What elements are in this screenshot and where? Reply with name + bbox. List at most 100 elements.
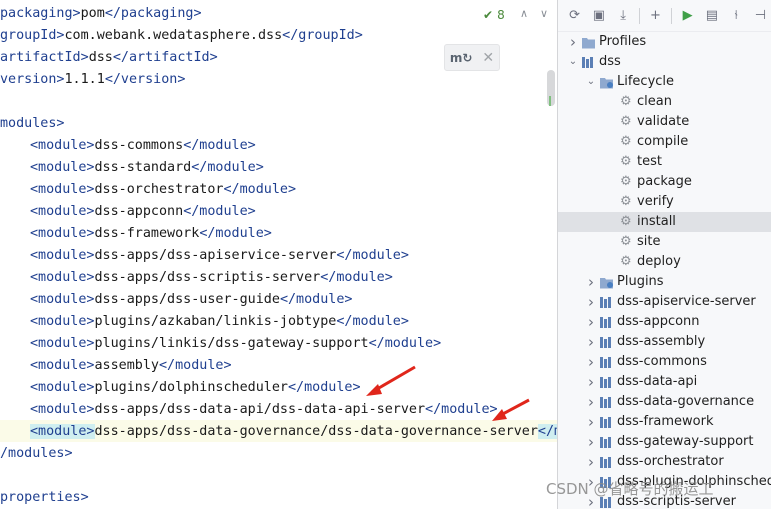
- chevron-right-icon[interactable]: ›: [586, 332, 596, 352]
- code-line[interactable]: <module>dss-apps/dss-scriptis-server</mo…: [0, 267, 393, 289]
- code-line[interactable]: <module>dss-standard</module>: [0, 157, 264, 179]
- tree-item-Profiles[interactable]: › Profiles: [558, 32, 771, 52]
- xml-text: dss-apps/dss-user-guide: [94, 292, 280, 307]
- maven-module-icon: [600, 336, 613, 349]
- change-marker: [549, 96, 551, 106]
- code-line[interactable]: <module>assembly</module>: [0, 355, 232, 377]
- tree-item-site[interactable]: ⚙ site: [558, 232, 771, 252]
- tree-item-dss[interactable]: ⌄ dss: [558, 52, 771, 72]
- maven-reload-icon[interactable]: m↻: [450, 51, 473, 65]
- chevron-right-icon[interactable]: ›: [586, 292, 596, 312]
- code-line[interactable]: packaging>pom</packaging>: [0, 3, 202, 25]
- code-line[interactable]: properties>: [0, 487, 89, 509]
- code-line[interactable]: <module>plugins/azkaban/linkis-jobtype</…: [0, 311, 409, 333]
- tree-item-dss-gateway-support[interactable]: › dss-gateway-support: [558, 432, 771, 452]
- tree-item-dss-data-api[interactable]: › dss-data-api: [558, 372, 771, 392]
- skip-tests-icon[interactable]: ⫮: [726, 5, 747, 27]
- tree-item-label: Profiles: [599, 34, 647, 49]
- chevron-right-icon[interactable]: ›: [586, 392, 596, 412]
- tree-item-deploy[interactable]: ⚙ deploy: [558, 252, 771, 272]
- xml-tag: /modules>: [0, 446, 73, 461]
- maven-module-icon: [600, 376, 613, 389]
- tree-item-Plugins[interactable]: › Plugins: [558, 272, 771, 292]
- download-icon[interactable]: ⤓: [613, 5, 634, 27]
- chevron-right-icon[interactable]: ›: [568, 32, 578, 52]
- code-line[interactable]: version>1.1.1</version>: [0, 69, 185, 91]
- tree-item-clean[interactable]: ⚙ clean: [558, 92, 771, 112]
- tree-item-label: dss: [599, 54, 621, 69]
- code-line[interactable]: artifactId>dss</artifactId>: [0, 47, 218, 69]
- plus-icon[interactable]: +: [645, 5, 666, 27]
- code-line[interactable]: <module>dss-apps/dss-apiservice-server</…: [0, 245, 409, 267]
- maven-module-icon: [600, 396, 613, 409]
- tree-item-package[interactable]: ⚙ package: [558, 172, 771, 192]
- tree-item-dss-orchestrator[interactable]: › dss-orchestrator: [558, 452, 771, 472]
- code-line[interactable]: <module>plugins/dolphinscheduler</module…: [0, 377, 361, 399]
- code-line[interactable]: <module>plugins/linkis/dss-gateway-suppo…: [0, 333, 441, 355]
- run-config-icon[interactable]: ▤: [701, 5, 722, 27]
- tree-item-dss-appconn[interactable]: › dss-appconn: [558, 312, 771, 332]
- code-line[interactable]: <module>dss-commons</module>: [0, 135, 256, 157]
- tree-item-dss-data-governance[interactable]: › dss-data-governance: [558, 392, 771, 412]
- xml-tag: </module>: [223, 182, 297, 197]
- chevron-right-icon[interactable]: ›: [586, 432, 596, 452]
- xml-text: plugins/dolphinscheduler: [94, 380, 288, 395]
- lifecycle-icon[interactable]: ⊣: [750, 5, 771, 27]
- tree-item-compile[interactable]: ⚙ compile: [558, 132, 771, 152]
- gear-icon: ⚙: [620, 134, 632, 149]
- code-line[interactable]: <module>dss-apps/dss-data-api/dss-data-a…: [0, 399, 498, 421]
- annotation-arrow-2: [492, 398, 530, 421]
- inspection-widget[interactable]: ✔ 8: [483, 8, 505, 22]
- gear-icon: ⚙: [620, 194, 632, 209]
- tree-item-dss-assembly[interactable]: › dss-assembly: [558, 332, 771, 352]
- xml-text: dss-apps/dss-data-governance/dss-data-go…: [94, 424, 538, 439]
- code-line[interactable]: groupId>com.webank.wedatasphere.dss</gro…: [0, 25, 363, 47]
- xml-tag: </module>: [368, 336, 442, 351]
- code-line[interactable]: <module>dss-apps/dss-data-governance/dss…: [0, 421, 557, 443]
- chevron-right-icon[interactable]: ›: [586, 372, 596, 392]
- chevron-up-icon[interactable]: ∧: [520, 7, 528, 20]
- xml-text: pom: [80, 6, 105, 21]
- annotation-arrow-1: [366, 365, 416, 396]
- chevron-right-icon[interactable]: ›: [586, 272, 596, 292]
- tree-item-dss-commons[interactable]: › dss-commons: [558, 352, 771, 372]
- code-editor[interactable]: packaging>pom</packaging> groupId>com.web…: [0, 0, 557, 509]
- tree-item-dss-apiservice-server[interactable]: › dss-apiservice-server: [558, 292, 771, 312]
- code-line[interactable]: <module>dss-appconn</module>: [0, 201, 256, 223]
- tree-item-label: dss-data-governance: [617, 394, 755, 409]
- xml-text: dss-appconn: [94, 204, 184, 219]
- code-line[interactable]: <module>dss-orchestrator</module>: [0, 179, 296, 201]
- chevron-down-icon[interactable]: ⌄: [568, 52, 578, 72]
- chevron-right-icon[interactable]: ›: [586, 452, 596, 472]
- xml-tag: <module>: [30, 182, 95, 197]
- tree-item-install[interactable]: ⚙ install: [558, 212, 771, 232]
- code-line[interactable]: <module>dss-framework</module>: [0, 223, 272, 245]
- chevron-down-icon[interactable]: ⌄: [586, 72, 596, 92]
- code-line[interactable]: <module>dss-apps/dss-user-guide</module>: [0, 289, 353, 311]
- reload-icon[interactable]: ⟳: [564, 5, 585, 27]
- run-icon[interactable]: ▶: [677, 5, 698, 27]
- xml-tag: </module>: [199, 226, 272, 241]
- xml-tag: <module>: [30, 248, 95, 263]
- code-line[interactable]: /modules>: [0, 443, 73, 465]
- chevron-right-icon[interactable]: ›: [586, 352, 596, 372]
- tree-item-dss-framework[interactable]: › dss-framework: [558, 412, 771, 432]
- chevron-right-icon[interactable]: ›: [586, 412, 596, 432]
- tree-item-verify[interactable]: ⚙ verify: [558, 192, 771, 212]
- xml-text: dss-orchestrator: [94, 182, 224, 197]
- xml-text: plugins/azkaban/linkis-jobtype: [94, 314, 337, 329]
- xml-tag: <module>: [30, 380, 95, 395]
- code-line[interactable]: modules>: [0, 113, 65, 135]
- xml-text: plugins/linkis/dss-gateway-support: [94, 336, 369, 351]
- close-icon[interactable]: ✕: [482, 50, 494, 66]
- add-source-icon[interactable]: ▣: [588, 5, 609, 27]
- xml-tag: </module>: [183, 138, 256, 153]
- maven-load-changes-popup[interactable]: m↻ ✕: [444, 44, 500, 71]
- gear-icon: ⚙: [620, 214, 632, 229]
- xml-tag: <module>: [30, 292, 95, 307]
- chevron-right-icon[interactable]: ›: [586, 312, 596, 332]
- tree-item-test[interactable]: ⚙ test: [558, 152, 771, 172]
- tree-item-validate[interactable]: ⚙ validate: [558, 112, 771, 132]
- chevron-down-icon[interactable]: ∨: [540, 7, 548, 20]
- tree-item-Lifecycle[interactable]: ⌄ Lifecycle: [558, 72, 771, 92]
